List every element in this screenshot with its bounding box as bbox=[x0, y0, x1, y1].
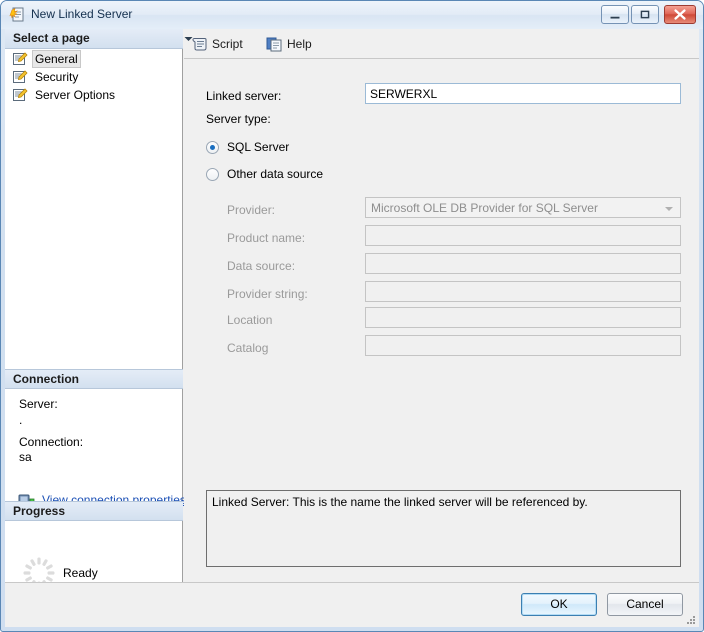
sidebar-item-label: General bbox=[32, 50, 81, 68]
connection-server-label: Server: bbox=[19, 397, 58, 411]
help-button[interactable]: Help bbox=[266, 33, 312, 55]
radio-sql-server-label: SQL Server bbox=[227, 140, 290, 154]
dialog-client-area: Select a page General Security Server Op… bbox=[5, 29, 699, 627]
left-pane: Select a page General Security Server Op… bbox=[5, 29, 186, 589]
connection-user-value: sa bbox=[19, 450, 32, 464]
provider-label: Provider: bbox=[227, 203, 276, 217]
radio-other-data-source-label: Other data source bbox=[227, 167, 324, 181]
help-description-panel: Linked Server: This is the name the link… bbox=[206, 490, 681, 567]
sidebar-item-label: Server Options bbox=[35, 88, 116, 102]
data-source-input[interactable] bbox=[365, 253, 681, 274]
provider-combobox[interactable]: Microsoft OLE DB Provider for SQL Server bbox=[365, 197, 681, 218]
script-button-label: Script bbox=[212, 37, 243, 51]
script-button[interactable]: Script bbox=[191, 33, 243, 55]
catalog-label: Catalog bbox=[227, 341, 269, 355]
linked-server-label: Linked server: bbox=[206, 89, 282, 103]
script-scroll-icon bbox=[191, 36, 208, 52]
product-name-label: Product name: bbox=[227, 231, 306, 245]
dialog-toolbar: Script Help bbox=[184, 29, 699, 59]
minimize-icon bbox=[610, 16, 620, 19]
dialog-window: New Linked Server Select a page General … bbox=[0, 0, 704, 632]
close-button[interactable] bbox=[664, 5, 696, 24]
radio-indicator bbox=[206, 168, 219, 181]
sidebar-item-label: Security bbox=[35, 70, 79, 84]
connection-user-label: Connection: bbox=[19, 435, 84, 449]
maximize-button[interactable] bbox=[631, 5, 659, 24]
data-source-label: Data source: bbox=[227, 259, 296, 273]
help-description-text: Linked Server: This is the name the link… bbox=[212, 495, 588, 509]
window-title: New Linked Server bbox=[31, 7, 133, 21]
ok-button[interactable]: OK bbox=[521, 593, 597, 616]
page-script-icon bbox=[13, 52, 28, 66]
catalog-input[interactable] bbox=[365, 335, 681, 356]
server-type-label: Server type: bbox=[206, 112, 271, 126]
cancel-button[interactable]: Cancel bbox=[607, 593, 683, 616]
provider-string-input[interactable] bbox=[365, 281, 681, 302]
connection-server-value: . bbox=[19, 413, 23, 427]
cancel-button-label: Cancel bbox=[626, 597, 664, 611]
help-pages-icon bbox=[266, 36, 283, 52]
page-script-icon bbox=[13, 88, 28, 102]
location-input[interactable] bbox=[365, 307, 681, 328]
dialog-footer: OK Cancel bbox=[5, 582, 699, 627]
maximize-icon bbox=[640, 10, 650, 19]
minimize-button[interactable] bbox=[601, 5, 629, 24]
linked-server-icon bbox=[9, 6, 26, 23]
provider-string-label: Provider string: bbox=[227, 287, 308, 301]
radio-indicator bbox=[206, 141, 219, 154]
sidebar-item-general[interactable]: General bbox=[13, 50, 81, 68]
page-script-icon bbox=[13, 70, 28, 84]
close-icon bbox=[674, 9, 686, 20]
sidebar-item-server-options[interactable]: Server Options bbox=[13, 87, 117, 103]
location-label: Location bbox=[227, 313, 273, 327]
product-name-input[interactable] bbox=[365, 225, 681, 246]
resize-grip-icon[interactable] bbox=[684, 613, 696, 625]
chevron-down-icon bbox=[665, 207, 673, 211]
select-a-page-header: Select a page bbox=[5, 29, 183, 49]
title-bar[interactable]: New Linked Server bbox=[1, 1, 703, 29]
provider-combobox-value: Microsoft OLE DB Provider for SQL Server bbox=[371, 201, 598, 215]
ok-button-label: OK bbox=[550, 597, 568, 611]
linked-server-input[interactable] bbox=[365, 83, 681, 104]
sidebar-item-security[interactable]: Security bbox=[13, 69, 80, 85]
right-pane: Script Help Linked server: SERWERXL Serv… bbox=[184, 29, 699, 582]
progress-section-header: Progress bbox=[5, 501, 183, 521]
connection-section-header: Connection bbox=[5, 369, 183, 389]
help-button-label: Help bbox=[287, 37, 312, 51]
